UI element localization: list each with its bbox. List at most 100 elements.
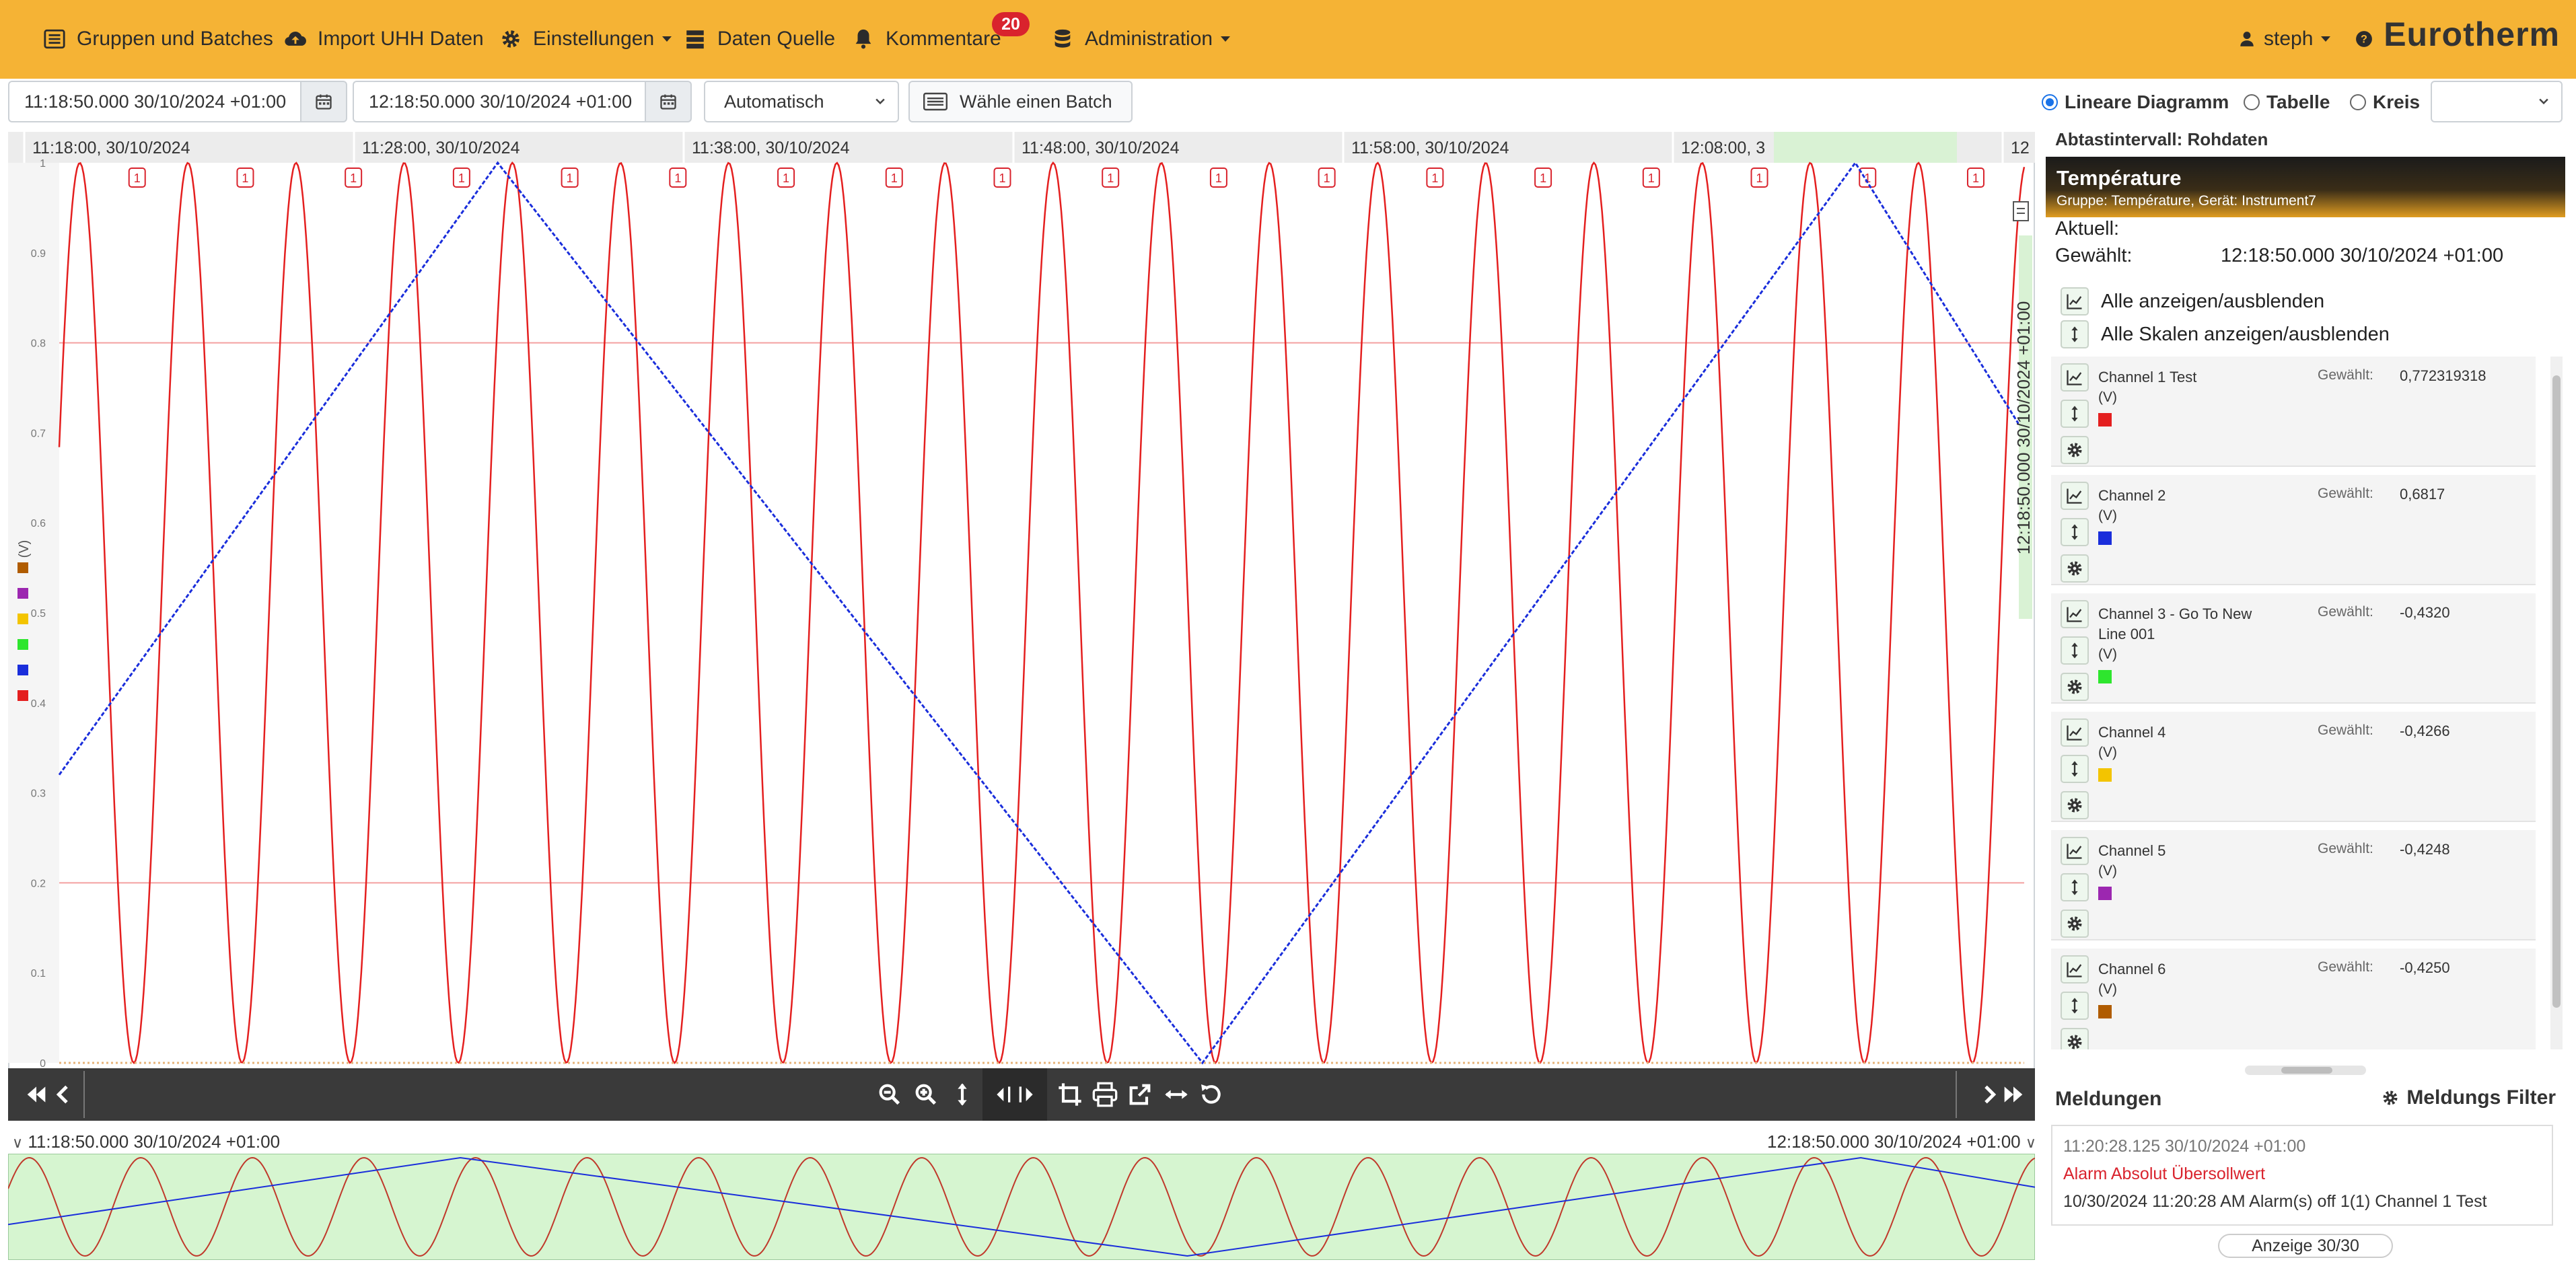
radio-indicator: [2042, 94, 2058, 110]
channel-row[interactable]: Channel 3 - Go To New Line 001 (V) Gewählt…: [2051, 593, 2536, 704]
channel-row[interactable]: Channel 6 (V) Gewählt: -0,4250: [2051, 949, 2536, 1049]
channel-info: Channel 6 (V): [2098, 959, 2260, 1018]
vertical-resize-button[interactable]: [949, 1080, 976, 1109]
start-datetime-input[interactable]: 11:18:50.000 30/10/2024 +01:00: [8, 81, 300, 122]
forward-button[interactable]: [1976, 1080, 2003, 1109]
vertical-resize-icon: [2071, 879, 2078, 895]
fast-backward-icon: [27, 1086, 46, 1103]
panel-splitter-handle[interactable]: [2245, 1066, 2366, 1075]
nav-comments[interactable]: Kommentare: [852, 20, 1001, 58]
end-datetime-input[interactable]: 12:18:50.000 30/10/2024 +01:00: [353, 81, 645, 122]
legend-swatch: [17, 665, 28, 675]
start-calendar-button[interactable]: [300, 81, 347, 122]
channel-row[interactable]: Channel 5 (V) Gewählt: -0,4248: [2051, 830, 2536, 940]
view-extra-select[interactable]: [2431, 81, 2563, 122]
nav-settings[interactable]: Einstellungen: [499, 20, 672, 58]
channel-scale-button[interactable]: [2061, 400, 2089, 428]
fast-backward-button[interactable]: [23, 1080, 50, 1109]
channel-scale-button[interactable]: [2061, 873, 2089, 901]
toggle-all-series[interactable]: Alle anzeigen/ausblenden: [2061, 287, 2324, 316]
nav-administration[interactable]: Administration: [1051, 20, 1231, 58]
nav-import-uhh[interactable]: Import UHH Daten: [284, 20, 484, 58]
channel-visibility-button[interactable]: [2061, 600, 2089, 628]
channel-info: Channel 3 - Go To New Line 001 (V): [2098, 604, 2260, 683]
nav-groups-batches[interactable]: Gruppen und Batches: [43, 20, 273, 58]
channel-visibility-button[interactable]: [2061, 955, 2089, 983]
channel-settings-button[interactable]: [2061, 554, 2089, 583]
channel-visibility-button[interactable]: [2061, 363, 2089, 392]
select-batch-button[interactable]: Wähle einen Batch: [908, 81, 1133, 122]
view-radio-table[interactable]: Tabelle: [2244, 91, 2330, 113]
print-button[interactable]: [1092, 1080, 1118, 1109]
alarm-marker-label: 1: [458, 172, 465, 185]
mode-select[interactable]: Automatisch: [704, 81, 899, 122]
zoom-out-icon: [879, 1084, 900, 1105]
channel-settings-button[interactable]: [2061, 673, 2089, 701]
alarm-marker-label: 1: [1431, 172, 1438, 185]
toggle-all-scales[interactable]: Alle Skalen anzeigen/ausblenden: [2061, 320, 2390, 348]
view-radio-linear[interactable]: Lineare Diagramm: [2042, 91, 2229, 113]
channel-settings-button[interactable]: [2061, 436, 2089, 464]
channel-visibility-button[interactable]: [2061, 718, 2089, 747]
help-button[interactable]: ?: [2355, 20, 2384, 58]
scrollbar-thumb[interactable]: [2552, 375, 2561, 1008]
messages-filter-button[interactable]: Meldungs Filter: [2381, 1086, 2556, 1109]
mode-select-value: Automatisch: [724, 91, 824, 112]
view-radio-pie[interactable]: Kreis: [2350, 91, 2420, 113]
zoom-out-button[interactable]: [876, 1080, 903, 1109]
channel-settings-button[interactable]: [2061, 1028, 2089, 1049]
channel-scale-button[interactable]: [2061, 992, 2089, 1020]
zoom-in-button[interactable]: [913, 1080, 939, 1109]
backward-button[interactable]: [50, 1080, 77, 1109]
scale-button[interactable]: [2061, 320, 2089, 348]
alarm-marker-label: 1: [567, 172, 573, 185]
main-chart[interactable]: 11:18:00, 30/10/2024 11:28:00, 30/10/2024…: [8, 132, 2035, 1068]
line-chart-icon: [2067, 607, 2082, 622]
line-chart-button[interactable]: [2061, 287, 2089, 316]
channel-row[interactable]: Channel 1 Test (V) Gewählt: 0,772319318: [2051, 357, 2536, 467]
end-calendar-button[interactable]: [645, 81, 692, 122]
nav-import-uhh-label: Import UHH Daten: [318, 28, 484, 50]
channel-row[interactable]: Channel 2 (V) Gewählt: 0,6817: [2051, 475, 2536, 585]
channel-name: Channel 6: [2098, 961, 2166, 977]
batch-list-icon: [923, 92, 947, 111]
pan-button[interactable]: [992, 1080, 1038, 1109]
splitter-thumb[interactable]: [2281, 1067, 2332, 1074]
nav-data-source[interactable]: Daten Quelle: [684, 20, 835, 58]
calendar-icon: [316, 94, 332, 110]
horizontal-resize-button[interactable]: [1163, 1080, 1190, 1109]
view-radio-linear-label: Lineare Diagramm: [2065, 91, 2229, 112]
time-axis-label: 11:28:00, 30/10/2024: [362, 139, 520, 157]
channel-list-scrollbar[interactable]: [2550, 357, 2563, 1049]
svg-text:?: ?: [2361, 33, 2367, 45]
channel-value: 0,6817: [2400, 486, 2445, 503]
controls-divider: [1956, 1071, 1957, 1118]
channel-scale-button[interactable]: [2061, 755, 2089, 783]
alarm-marker-label: 1: [1540, 172, 1546, 185]
channel-visibility-button[interactable]: [2061, 837, 2089, 865]
message-item[interactable]: 11:20:28.125 30/10/2024 +01:00 Alarm Abs…: [2051, 1125, 2553, 1226]
crop-button[interactable]: [1057, 1080, 1083, 1109]
y-tick-label: 1: [40, 158, 46, 170]
gear-icon: [2067, 443, 2082, 457]
reset-button[interactable]: [1198, 1080, 1225, 1109]
external-link-button[interactable]: [1126, 1080, 1153, 1109]
external-link-icon: [1129, 1084, 1151, 1105]
channel-scale-button[interactable]: [2061, 518, 2089, 546]
fast-forward-button[interactable]: [2000, 1080, 2027, 1109]
vertical-resize-icon: [2071, 326, 2078, 342]
selected-label: Gewählt:: [2055, 245, 2133, 266]
channel-visibility-button[interactable]: [2061, 482, 2089, 510]
legend-swatch: [17, 614, 28, 624]
message-time: 11:20:28.125 30/10/2024 +01:00: [2063, 1137, 2306, 1156]
y-tick-label: 0.6: [31, 518, 46, 529]
user-menu[interactable]: steph: [2238, 20, 2331, 58]
channel-settings-button[interactable]: [2061, 791, 2089, 819]
channel-settings-button[interactable]: [2061, 910, 2089, 938]
nav-comments-label: Kommentare: [886, 28, 1001, 50]
channel-scale-button[interactable]: [2061, 636, 2089, 665]
reset-icon: [1201, 1084, 1221, 1104]
channel-row[interactable]: Channel 4 (V) Gewählt: -0,4266: [2051, 712, 2536, 822]
overview-chart[interactable]: [8, 1154, 2035, 1260]
nav-administration-label: Administration: [1085, 28, 1213, 50]
